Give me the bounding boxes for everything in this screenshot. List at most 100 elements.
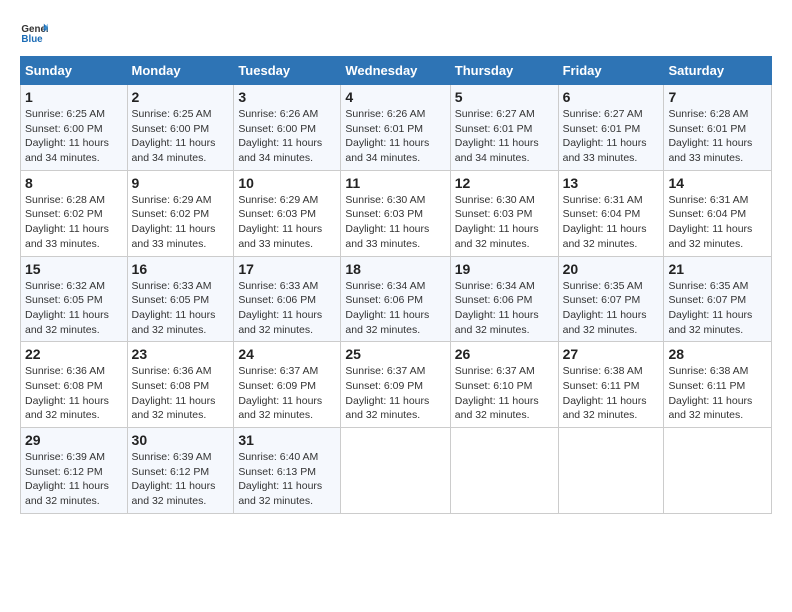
logo: General Blue bbox=[20, 18, 52, 46]
day-info: Sunrise: 6:29 AM Sunset: 6:02 PM Dayligh… bbox=[132, 193, 230, 252]
day-info: Sunrise: 6:38 AM Sunset: 6:11 PM Dayligh… bbox=[563, 364, 660, 423]
day-info: Sunrise: 6:28 AM Sunset: 6:02 PM Dayligh… bbox=[25, 193, 123, 252]
week-row-3: 15Sunrise: 6:32 AM Sunset: 6:05 PM Dayli… bbox=[21, 256, 772, 342]
day-number: 22 bbox=[25, 346, 123, 362]
day-cell: 16 Sunrise: 6:33 AM Sunset: 6:05 PM Dayli… bbox=[127, 256, 234, 342]
logo-icon: General Blue bbox=[20, 18, 48, 46]
day-cell: 14Sunrise: 6:31 AM Sunset: 6:04 PM Dayli… bbox=[664, 170, 772, 256]
day-number: 17 bbox=[238, 261, 336, 277]
header-row: SundayMondayTuesdayWednesdayThursdayFrid… bbox=[21, 57, 772, 85]
day-number: 28 bbox=[668, 346, 767, 362]
day-number: 13 bbox=[563, 175, 660, 191]
day-number: 11 bbox=[345, 175, 445, 191]
day-cell: 9Sunrise: 6:29 AM Sunset: 6:02 PM Daylig… bbox=[127, 170, 234, 256]
day-cell: 19 Sunrise: 6:34 AM Sunset: 6:06 PM Dayli… bbox=[450, 256, 558, 342]
week-row-1: 1 Sunrise: 6:25 AM Sunset: 6:00 PM Daylig… bbox=[21, 85, 772, 171]
day-cell: 24 Sunrise: 6:37 AM Sunset: 6:09 PM Dayli… bbox=[234, 342, 341, 428]
day-cell: 1 Sunrise: 6:25 AM Sunset: 6:00 PM Daylig… bbox=[21, 85, 128, 171]
day-cell bbox=[341, 428, 450, 514]
day-cell: 10 Sunrise: 6:29 AM Sunset: 6:03 PM Dayli… bbox=[234, 170, 341, 256]
week-row-2: 8 Sunrise: 6:28 AM Sunset: 6:02 PM Daylig… bbox=[21, 170, 772, 256]
week-row-4: 22 Sunrise: 6:36 AM Sunset: 6:08 PM Dayli… bbox=[21, 342, 772, 428]
day-cell: 21 Sunrise: 6:35 AM Sunset: 6:07 PM Dayli… bbox=[664, 256, 772, 342]
week-row-5: 29 Sunrise: 6:39 AM Sunset: 6:12 PM Dayli… bbox=[21, 428, 772, 514]
col-header-saturday: Saturday bbox=[664, 57, 772, 85]
day-number: 24 bbox=[238, 346, 336, 362]
day-number: 6 bbox=[563, 89, 660, 105]
col-header-monday: Monday bbox=[127, 57, 234, 85]
day-cell: 26Sunrise: 6:37 AM Sunset: 6:10 PM Dayli… bbox=[450, 342, 558, 428]
day-cell: 25Sunrise: 6:37 AM Sunset: 6:09 PM Dayli… bbox=[341, 342, 450, 428]
day-cell: 13 Sunrise: 6:31 AM Sunset: 6:04 PM Dayli… bbox=[558, 170, 664, 256]
day-cell: 22 Sunrise: 6:36 AM Sunset: 6:08 PM Dayli… bbox=[21, 342, 128, 428]
day-cell: 5 Sunrise: 6:27 AM Sunset: 6:01 PM Daylig… bbox=[450, 85, 558, 171]
day-cell bbox=[558, 428, 664, 514]
day-cell bbox=[664, 428, 772, 514]
day-cell: 27 Sunrise: 6:38 AM Sunset: 6:11 PM Dayli… bbox=[558, 342, 664, 428]
day-info: Sunrise: 6:36 AM Sunset: 6:08 PM Dayligh… bbox=[132, 364, 230, 423]
col-header-wednesday: Wednesday bbox=[341, 57, 450, 85]
day-info: Sunrise: 6:27 AM Sunset: 6:01 PM Dayligh… bbox=[563, 107, 660, 166]
day-info: Sunrise: 6:31 AM Sunset: 6:04 PM Dayligh… bbox=[563, 193, 660, 252]
day-cell: 2 Sunrise: 6:25 AM Sunset: 6:00 PM Daylig… bbox=[127, 85, 234, 171]
day-number: 8 bbox=[25, 175, 123, 191]
day-number: 21 bbox=[668, 261, 767, 277]
day-cell: 17 Sunrise: 6:33 AM Sunset: 6:06 PM Dayli… bbox=[234, 256, 341, 342]
day-number: 29 bbox=[25, 432, 123, 448]
day-info: Sunrise: 6:39 AM Sunset: 6:12 PM Dayligh… bbox=[25, 450, 123, 509]
day-cell: 4 Sunrise: 6:26 AM Sunset: 6:01 PM Daylig… bbox=[341, 85, 450, 171]
day-info: Sunrise: 6:33 AM Sunset: 6:06 PM Dayligh… bbox=[238, 279, 336, 338]
col-header-sunday: Sunday bbox=[21, 57, 128, 85]
day-info: Sunrise: 6:27 AM Sunset: 6:01 PM Dayligh… bbox=[455, 107, 554, 166]
day-info: Sunrise: 6:30 AM Sunset: 6:03 PM Dayligh… bbox=[345, 193, 445, 252]
col-header-thursday: Thursday bbox=[450, 57, 558, 85]
day-number: 23 bbox=[132, 346, 230, 362]
day-info: Sunrise: 6:33 AM Sunset: 6:05 PM Dayligh… bbox=[132, 279, 230, 338]
day-cell: 7Sunrise: 6:28 AM Sunset: 6:01 PM Daylig… bbox=[664, 85, 772, 171]
day-info: Sunrise: 6:39 AM Sunset: 6:12 PM Dayligh… bbox=[132, 450, 230, 509]
day-cell: 29 Sunrise: 6:39 AM Sunset: 6:12 PM Dayli… bbox=[21, 428, 128, 514]
day-cell: 11 Sunrise: 6:30 AM Sunset: 6:03 PM Dayli… bbox=[341, 170, 450, 256]
day-info: Sunrise: 6:40 AM Sunset: 6:13 PM Dayligh… bbox=[238, 450, 336, 509]
day-info: Sunrise: 6:28 AM Sunset: 6:01 PM Dayligh… bbox=[668, 107, 767, 166]
day-cell: 18 Sunrise: 6:34 AM Sunset: 6:06 PM Dayli… bbox=[341, 256, 450, 342]
day-info: Sunrise: 6:26 AM Sunset: 6:00 PM Dayligh… bbox=[238, 107, 336, 166]
day-info: Sunrise: 6:26 AM Sunset: 6:01 PM Dayligh… bbox=[345, 107, 445, 166]
day-number: 30 bbox=[132, 432, 230, 448]
day-number: 4 bbox=[345, 89, 445, 105]
day-info: Sunrise: 6:36 AM Sunset: 6:08 PM Dayligh… bbox=[25, 364, 123, 423]
day-info: Sunrise: 6:34 AM Sunset: 6:06 PM Dayligh… bbox=[455, 279, 554, 338]
day-cell: 23 Sunrise: 6:36 AM Sunset: 6:08 PM Dayli… bbox=[127, 342, 234, 428]
day-info: Sunrise: 6:34 AM Sunset: 6:06 PM Dayligh… bbox=[345, 279, 445, 338]
header: General Blue bbox=[20, 18, 772, 46]
calendar-table: SundayMondayTuesdayWednesdayThursdayFrid… bbox=[20, 56, 772, 514]
svg-text:Blue: Blue bbox=[21, 34, 43, 45]
day-number: 19 bbox=[455, 261, 554, 277]
day-cell: 12Sunrise: 6:30 AM Sunset: 6:03 PM Dayli… bbox=[450, 170, 558, 256]
day-info: Sunrise: 6:25 AM Sunset: 6:00 PM Dayligh… bbox=[132, 107, 230, 166]
col-header-tuesday: Tuesday bbox=[234, 57, 341, 85]
day-number: 18 bbox=[345, 261, 445, 277]
day-number: 2 bbox=[132, 89, 230, 105]
day-cell: 6 Sunrise: 6:27 AM Sunset: 6:01 PM Daylig… bbox=[558, 85, 664, 171]
day-info: Sunrise: 6:29 AM Sunset: 6:03 PM Dayligh… bbox=[238, 193, 336, 252]
day-number: 5 bbox=[455, 89, 554, 105]
day-info: Sunrise: 6:35 AM Sunset: 6:07 PM Dayligh… bbox=[668, 279, 767, 338]
day-cell: 20Sunrise: 6:35 AM Sunset: 6:07 PM Dayli… bbox=[558, 256, 664, 342]
day-info: Sunrise: 6:38 AM Sunset: 6:11 PM Dayligh… bbox=[668, 364, 767, 423]
day-cell: 8 Sunrise: 6:28 AM Sunset: 6:02 PM Daylig… bbox=[21, 170, 128, 256]
day-info: Sunrise: 6:32 AM Sunset: 6:05 PM Dayligh… bbox=[25, 279, 123, 338]
day-number: 16 bbox=[132, 261, 230, 277]
day-info: Sunrise: 6:31 AM Sunset: 6:04 PM Dayligh… bbox=[668, 193, 767, 252]
day-cell: 15Sunrise: 6:32 AM Sunset: 6:05 PM Dayli… bbox=[21, 256, 128, 342]
day-info: Sunrise: 6:25 AM Sunset: 6:00 PM Dayligh… bbox=[25, 107, 123, 166]
day-info: Sunrise: 6:37 AM Sunset: 6:09 PM Dayligh… bbox=[238, 364, 336, 423]
day-number: 27 bbox=[563, 346, 660, 362]
day-info: Sunrise: 6:30 AM Sunset: 6:03 PM Dayligh… bbox=[455, 193, 554, 252]
day-number: 1 bbox=[25, 89, 123, 105]
day-cell: 3Sunrise: 6:26 AM Sunset: 6:00 PM Daylig… bbox=[234, 85, 341, 171]
day-number: 25 bbox=[345, 346, 445, 362]
day-cell: 28 Sunrise: 6:38 AM Sunset: 6:11 PM Dayli… bbox=[664, 342, 772, 428]
day-number: 10 bbox=[238, 175, 336, 191]
day-cell bbox=[450, 428, 558, 514]
